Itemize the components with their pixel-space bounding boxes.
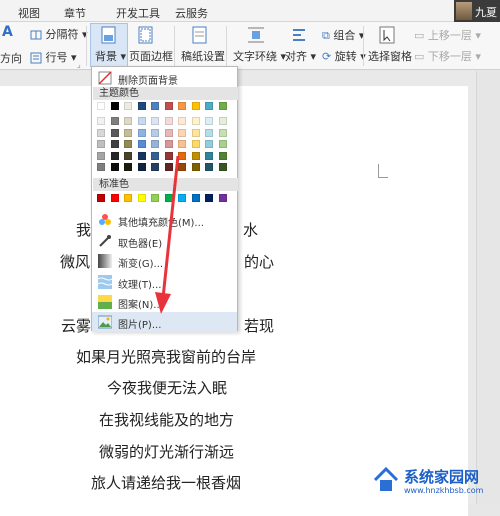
annotation-arrow — [155, 155, 180, 314]
watermark: 系统家园网 www.hnzkhbsb.com — [372, 464, 494, 500]
watermark-url: www.hnzkhbsb.com — [404, 486, 484, 495]
watermark-house-icon — [373, 466, 399, 491]
watermark-title: 系统家园网 — [404, 468, 480, 486]
